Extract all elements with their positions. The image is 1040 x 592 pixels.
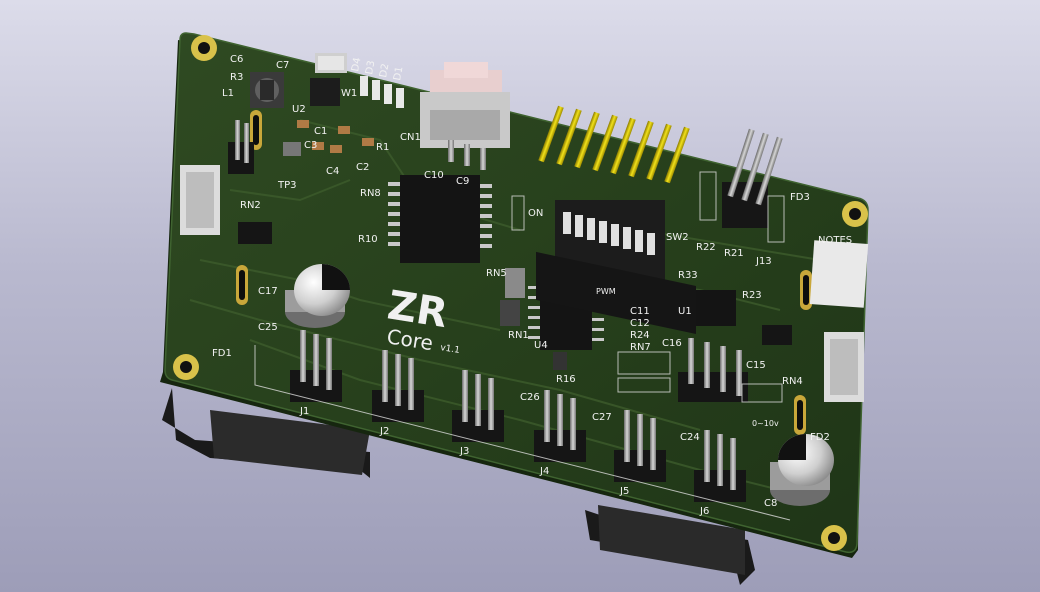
label-c9: C9 <box>456 176 469 187</box>
label-tp3: TP3 <box>277 180 297 191</box>
label-c7: C7 <box>276 60 289 71</box>
label-c15: C15 <box>746 360 766 371</box>
label-l1: L1 <box>222 88 234 99</box>
label-pwm: PWM <box>596 287 616 296</box>
label-j13: J13 <box>755 256 772 267</box>
label-sw2: SW2 <box>666 232 689 243</box>
label-c17: C17 <box>258 286 278 297</box>
label-c24: C24 <box>680 432 700 443</box>
label-j5: J5 <box>619 486 629 497</box>
label-rn4: RN4 <box>782 376 803 387</box>
label-c1: C1 <box>314 126 327 137</box>
label-r23: R23 <box>742 290 762 301</box>
label-d4: D4 <box>350 57 363 73</box>
label-c27: C27 <box>592 412 612 423</box>
label-r33: R33 <box>678 270 698 281</box>
label-r10: R10 <box>358 234 378 245</box>
label-c6: C6 <box>230 54 243 65</box>
label-r3: R3 <box>230 72 243 83</box>
label-c3: C3 <box>304 140 317 151</box>
label-c10: C10 <box>424 170 444 181</box>
label-c12: C12 <box>630 318 650 329</box>
label-r22: R22 <box>696 242 716 253</box>
label-j1: J1 <box>299 406 309 417</box>
label-fd3: FD3 <box>790 192 810 203</box>
label-c2: C2 <box>356 162 369 173</box>
label-rn7: RN7 <box>630 342 651 353</box>
label-j4: J4 <box>539 466 549 477</box>
label-rn2: RN2 <box>240 200 261 211</box>
pcb-3d-render: ZR Core v1.1 NOTES C6 C7 R3 L1 U2 W1 C1 … <box>160 32 869 585</box>
label-r21: R21 <box>724 248 744 259</box>
label-d2: D2 <box>378 63 391 79</box>
label-c25: C25 <box>258 322 278 333</box>
notes-label: NOTES <box>818 235 852 246</box>
label-j2: J2 <box>379 426 389 437</box>
inductor-l1 <box>250 72 284 108</box>
label-c11: C11 <box>630 306 650 317</box>
label-r24: R24 <box>630 330 650 341</box>
label-c26: C26 <box>520 392 540 403</box>
label-u1: U1 <box>678 306 692 317</box>
label-r16: R16 <box>556 374 576 385</box>
label-w1: W1 <box>341 88 357 99</box>
notes-area <box>809 240 869 308</box>
label-j3: J3 <box>459 446 469 457</box>
label-u2: U2 <box>292 104 306 115</box>
label-u4: U4 <box>534 340 548 351</box>
label-rn5: RN5 <box>486 268 507 279</box>
label-d3: D3 <box>364 60 377 76</box>
label-r1: R1 <box>376 142 389 153</box>
label-c16: C16 <box>662 338 682 349</box>
label-j6: J6 <box>699 506 709 517</box>
label-c4: C4 <box>326 166 339 177</box>
label-on: ON <box>528 208 543 219</box>
label-fd1: FD1 <box>212 348 232 359</box>
label-rn8: RN8 <box>360 188 381 199</box>
label-lv-note: 0~10v <box>752 419 779 428</box>
label-d1: D1 <box>392 66 405 82</box>
label-rn1: RN1 <box>508 330 529 341</box>
label-c8: C8 <box>764 498 777 509</box>
label-cn1: CN1 <box>400 132 421 143</box>
label-fd2: FD2 <box>810 432 830 443</box>
